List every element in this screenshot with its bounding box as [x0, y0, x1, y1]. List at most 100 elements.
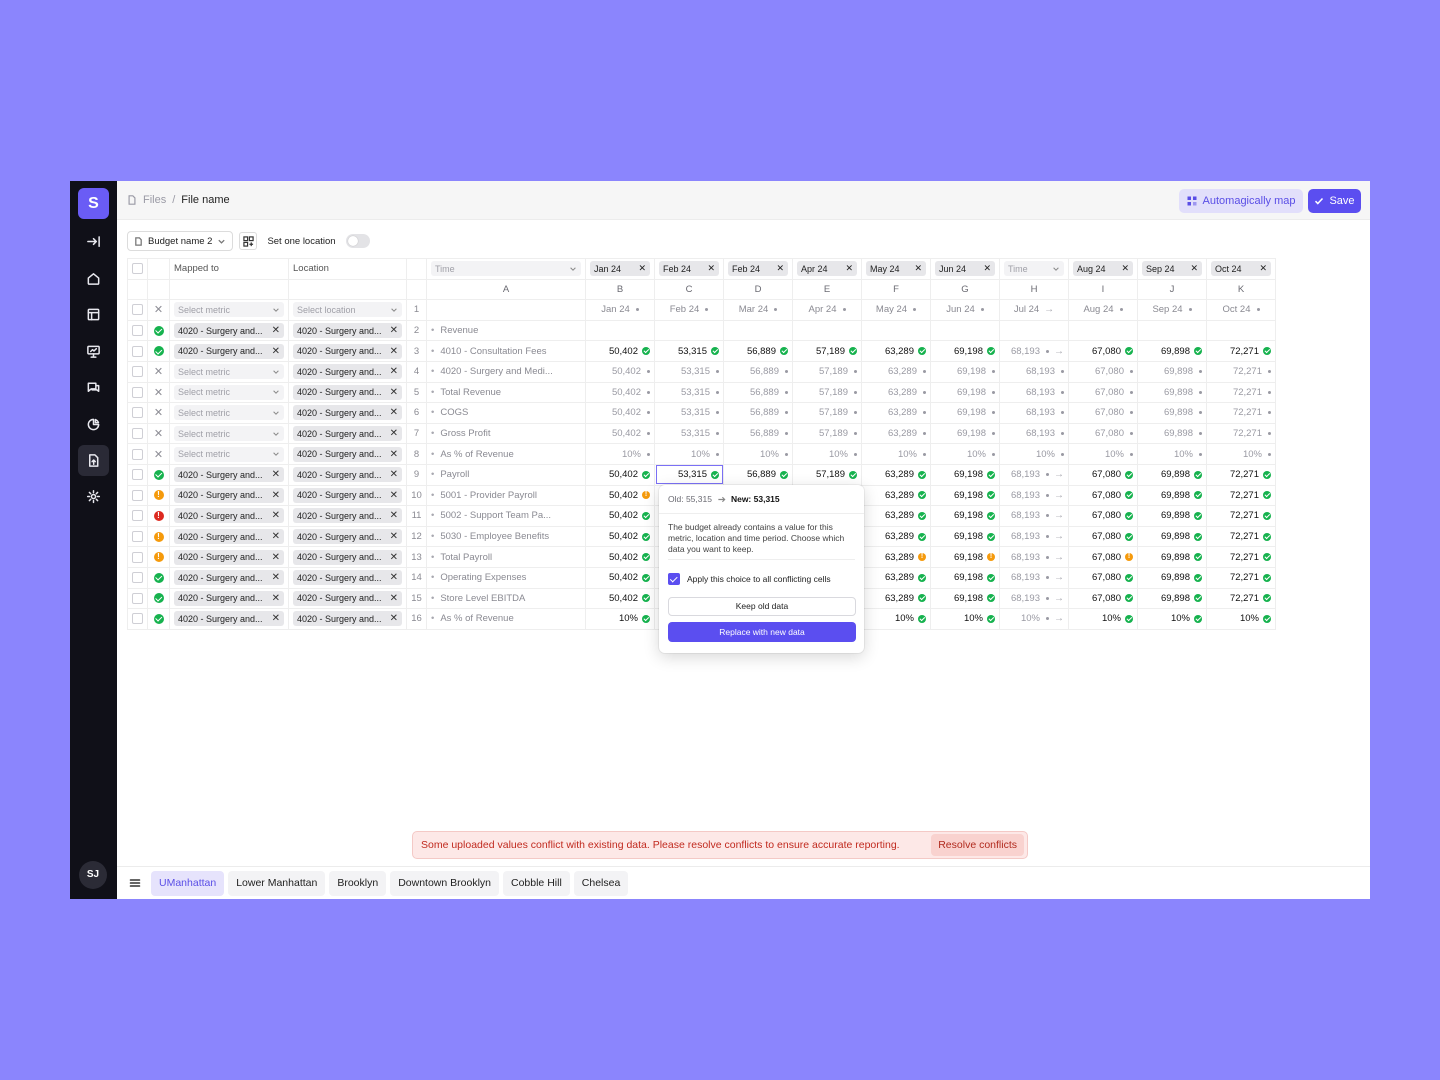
row-checkbox[interactable] [132, 489, 143, 501]
metric-chip[interactable]: 4020 - Surgery and... ✕ [174, 590, 284, 606]
layout-button[interactable] [239, 232, 258, 250]
value-cell[interactable]: 68,193 [999, 360, 1069, 383]
date-cell[interactable]: Feb 24 [654, 299, 724, 321]
row-checkbox[interactable] [132, 469, 143, 481]
row-checkbox[interactable] [132, 325, 143, 337]
metric-chip[interactable]: 4020 - Surgery and... ✕ [174, 343, 284, 359]
warning-icon[interactable] [918, 553, 926, 562]
date-cell[interactable]: Oct 24 [1206, 299, 1276, 321]
date-cell[interactable]: Jun 24 [930, 299, 1000, 321]
collapse-icon[interactable] [78, 226, 109, 257]
value-cell[interactable]: 69,898 [1137, 505, 1207, 527]
remove-icon[interactable]: ✕ [272, 346, 280, 357]
row-checkbox[interactable] [132, 572, 143, 584]
close-icon[interactable]: ✕ [154, 428, 163, 440]
value-cell[interactable]: 63,289 [861, 546, 931, 568]
remove-icon[interactable]: ✕ [272, 613, 280, 624]
budget-select[interactable]: Budget name 2 [127, 231, 234, 251]
date-cell[interactable]: Jul 24 → [999, 299, 1069, 321]
metric-chip[interactable]: 4020 - Surgery and... ✕ [174, 467, 284, 483]
value-cell[interactable]: 68,193 → [999, 463, 1069, 486]
value-cell[interactable]: 69,198 [930, 587, 1000, 610]
location-chip[interactable]: 4020 - Surgery and... ✕ [293, 446, 402, 462]
value-cell[interactable]: 67,080 [1068, 340, 1138, 362]
location-chip[interactable]: 4020 - Surgery and... ✕ [293, 529, 402, 545]
value-cell[interactable]: 56,889 [723, 463, 793, 486]
value-cell[interactable]: 50,402 [585, 402, 655, 424]
value-cell[interactable]: 69,198 [930, 381, 1000, 404]
date-cell[interactable]: Sep 24 [1137, 299, 1207, 321]
table-icon[interactable] [78, 299, 109, 330]
location-chip[interactable]: 4020 - Surgery and... ✕ [293, 611, 402, 627]
value-cell[interactable]: 72,271 [1206, 422, 1276, 445]
value-cell[interactable]: 10% [999, 443, 1069, 465]
save-button[interactable]: Save [1308, 189, 1361, 213]
value-cell[interactable]: 68,193 → [999, 505, 1069, 527]
breadcrumb-files[interactable]: Files [143, 194, 166, 206]
close-icon[interactable]: ✕ [154, 304, 163, 316]
value-cell[interactable]: 68,193 → [999, 340, 1069, 362]
remove-icon[interactable]: ✕ [390, 428, 398, 439]
value-cell[interactable]: 63,289 [861, 360, 931, 383]
value-cell[interactable]: 68,193 [999, 422, 1069, 445]
value-cell[interactable]: 72,271 [1206, 463, 1276, 486]
remove-icon[interactable]: ✕ [390, 510, 398, 521]
value-cell[interactable]: 63,289 [861, 402, 931, 424]
value-cell[interactable]: 69,198 [930, 546, 1000, 568]
value-cell[interactable]: 50,402 [585, 484, 655, 507]
remove-icon[interactable]: ✕ [272, 531, 280, 542]
location-chip[interactable]: 4020 - Surgery and... ✕ [293, 549, 402, 565]
value-cell[interactable]: 10% [1206, 443, 1276, 465]
remove-icon[interactable]: ✕ [390, 490, 398, 501]
value-cell[interactable]: 67,080 [1068, 381, 1138, 404]
tab-location[interactable]: Lower Manhattan [228, 870, 326, 896]
value-cell[interactable] [585, 319, 655, 342]
location-chip[interactable]: 4020 - Surgery and... ✕ [293, 405, 402, 421]
value-cell[interactable]: 50,402 [585, 422, 655, 445]
row-checkbox[interactable] [132, 448, 143, 460]
remove-icon[interactable]: ✕ [390, 366, 398, 377]
value-cell[interactable]: 10% [1137, 443, 1207, 465]
pie-chart-icon[interactable] [78, 409, 109, 440]
value-cell[interactable]: 68,193 [999, 381, 1069, 404]
value-cell[interactable]: 50,402 [585, 381, 655, 404]
time-chip[interactable]: Oct 24 ✕ [1211, 261, 1271, 277]
value-cell[interactable]: 56,889 [723, 360, 793, 383]
tab-location[interactable]: Chelsea [573, 870, 629, 896]
warning-icon[interactable] [153, 531, 164, 542]
value-cell[interactable]: 50,402 [585, 463, 655, 486]
date-cell[interactable]: Apr 24 [792, 299, 862, 321]
value-cell[interactable]: 72,271 [1206, 566, 1276, 589]
location-chip[interactable]: 4020 - Surgery and... ✕ [293, 364, 402, 380]
value-cell[interactable] [1137, 319, 1207, 342]
value-cell[interactable]: 10% [1137, 608, 1207, 630]
value-cell[interactable]: 63,289 [861, 340, 931, 362]
checkbox-checked-icon[interactable] [668, 573, 680, 585]
metric-select[interactable]: Select metric [174, 384, 284, 400]
value-cell[interactable]: 68,193 [999, 402, 1069, 424]
value-cell[interactable]: 67,080 [1068, 402, 1138, 424]
time-select[interactable]: Time [1004, 261, 1064, 277]
time-chip[interactable]: Aug 24 ✕ [1073, 261, 1133, 277]
value-cell[interactable]: 10% [585, 608, 655, 630]
value-cell[interactable] [1068, 319, 1138, 342]
value-cell[interactable]: 67,080 [1068, 587, 1138, 610]
apply-all-checkbox[interactable]: Apply this choice to all conflicting cel… [668, 573, 831, 585]
value-cell[interactable]: 67,080 [1068, 546, 1138, 568]
location-chip[interactable]: 4020 - Surgery and... ✕ [293, 508, 402, 524]
value-cell[interactable]: 72,271 [1206, 402, 1276, 424]
value-cell[interactable]: 53,315 [654, 360, 724, 383]
date-cell[interactable]: Jan 24 [585, 299, 655, 321]
remove-icon[interactable]: ✕ [272, 469, 280, 480]
tab-location[interactable]: UManhattan [151, 870, 225, 896]
row-checkbox[interactable] [132, 386, 143, 398]
location-chip[interactable]: 4020 - Surgery and... ✕ [293, 323, 402, 339]
location-chip[interactable]: 4020 - Surgery and... ✕ [293, 487, 402, 503]
value-cell[interactable]: 69,898 [1137, 381, 1207, 404]
remove-icon[interactable]: ✕ [390, 387, 398, 398]
close-icon[interactable]: ✕ [154, 366, 163, 378]
remove-icon[interactable]: ✕ [1259, 263, 1267, 274]
value-cell[interactable]: 53,315 [654, 422, 724, 445]
location-select[interactable]: Select location [293, 302, 402, 318]
value-cell[interactable]: 68,193 → [999, 525, 1069, 548]
